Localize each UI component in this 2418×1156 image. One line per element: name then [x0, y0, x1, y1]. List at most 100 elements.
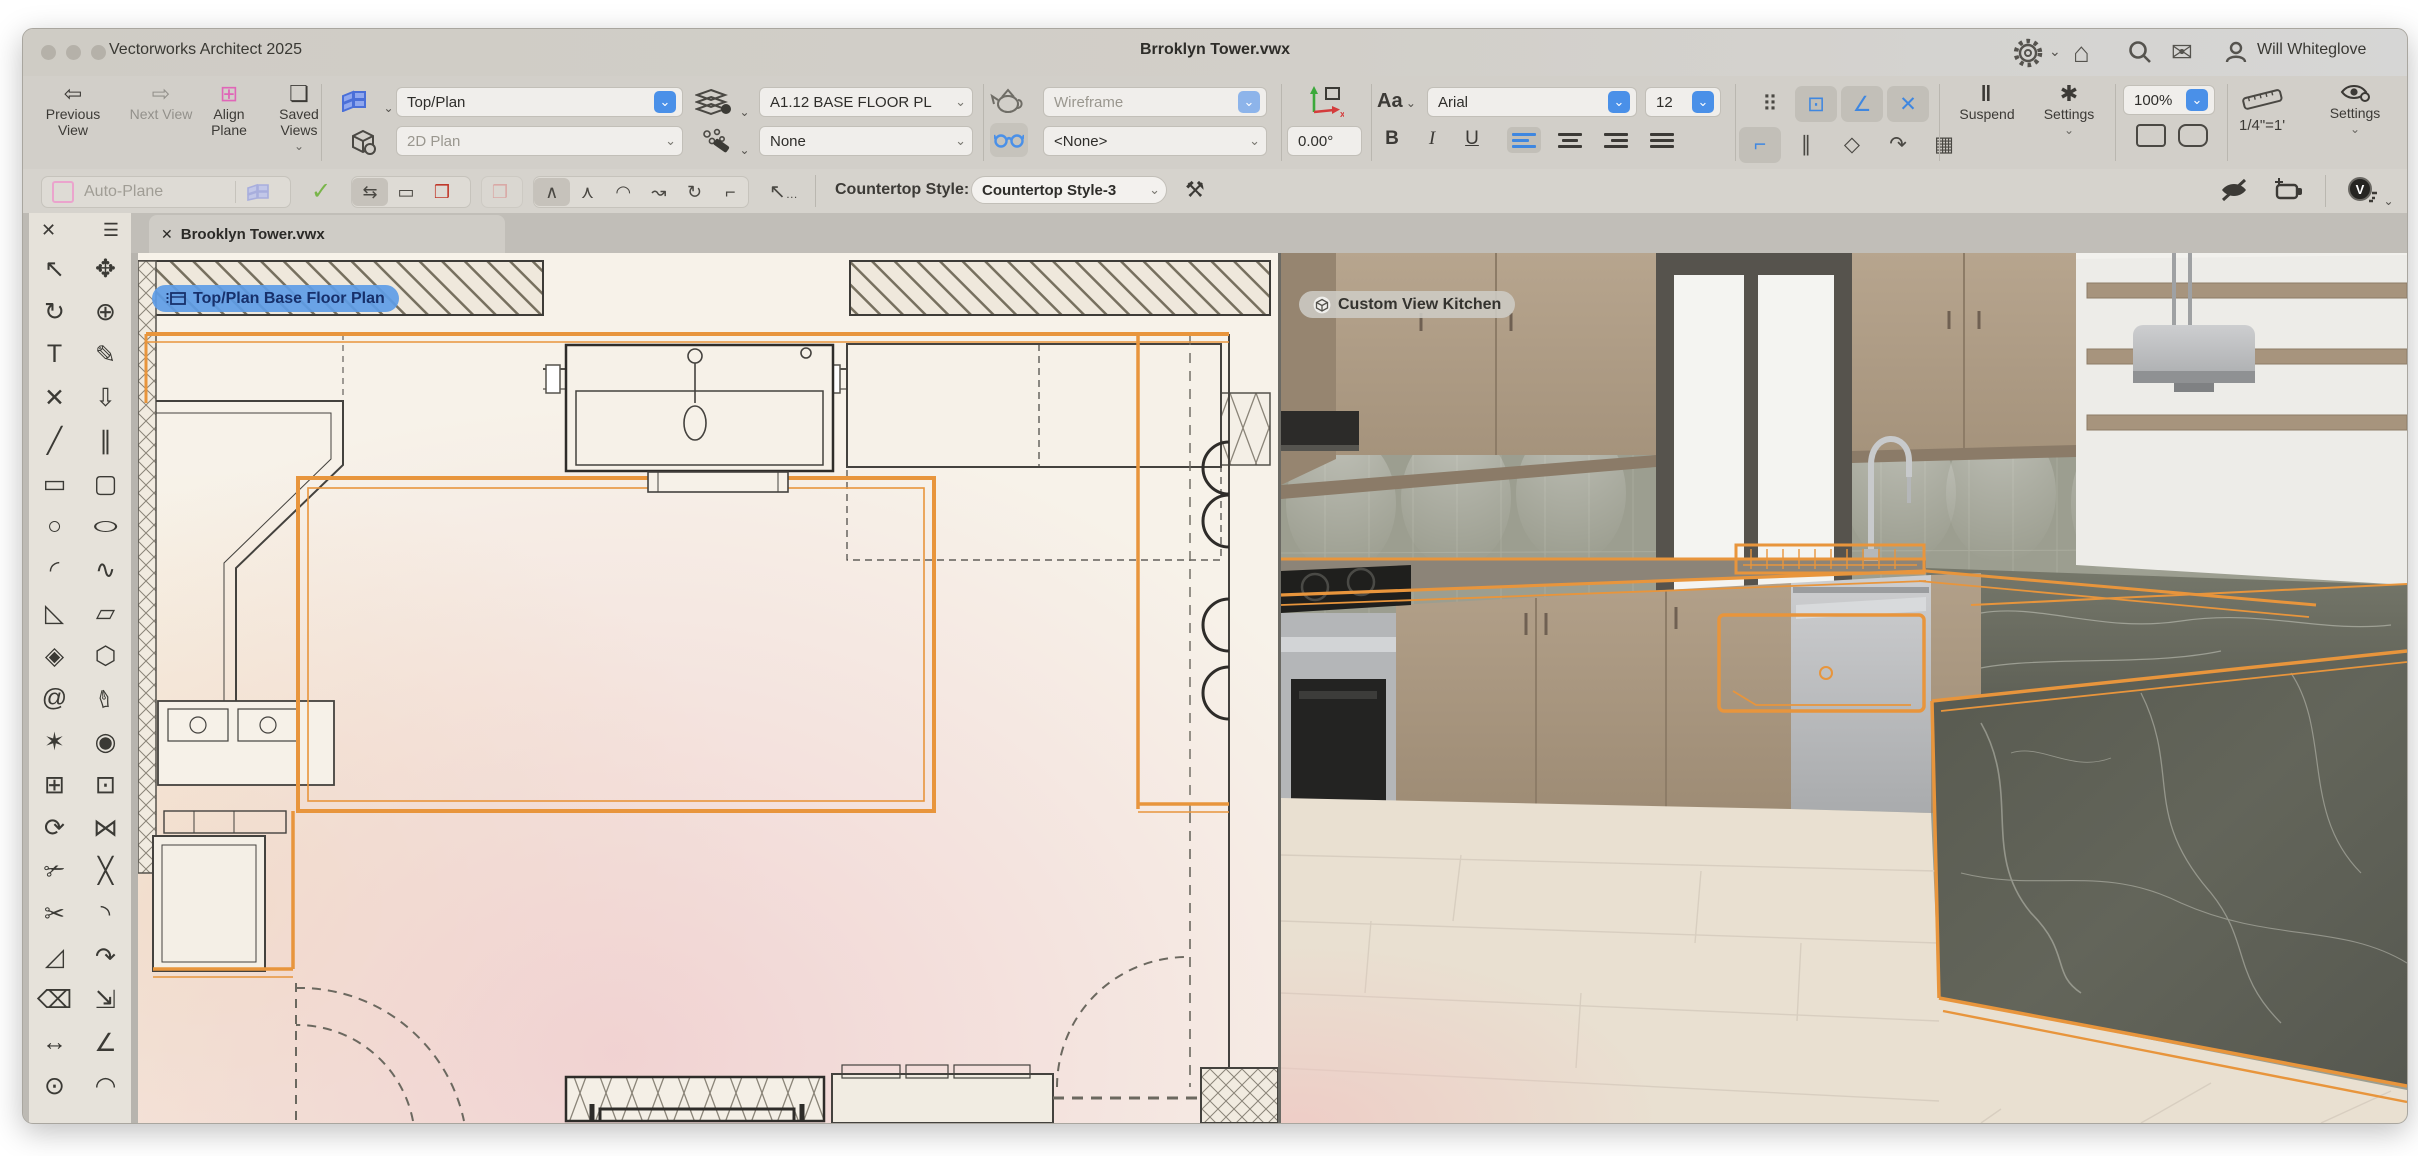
split-tool[interactable]: ╳ — [80, 849, 131, 892]
mirror-tool[interactable]: ⋈ — [80, 806, 131, 849]
reshape-tool[interactable]: ⊡ — [80, 763, 131, 806]
callout-tool[interactable]: ✎ — [80, 333, 131, 376]
cloud-services-button[interactable] — [2013, 38, 2043, 73]
mode-rectangle-icon[interactable]: ▭ — [388, 178, 424, 206]
view-mode-menu-button[interactable]: ⌄ — [341, 90, 394, 117]
data-visualization-dropdown[interactable]: <None> ⌄ — [1043, 126, 1267, 156]
plan-view-pane[interactable]: Top/Plan Base Floor Plan — [138, 253, 1278, 1123]
plan-view-label[interactable]: Top/Plan Base Floor Plan — [152, 285, 399, 312]
snap-object-icon[interactable]: ⊡ — [1795, 86, 1837, 122]
snap-settings-button[interactable]: ✱ Settings ⌄ — [2031, 82, 2107, 138]
flyover-tool[interactable]: ↻ — [29, 290, 80, 333]
knife-tool[interactable]: ✃ — [29, 849, 80, 892]
render-view-pane[interactable]: Custom View Kitchen — [1281, 253, 2407, 1123]
search-button[interactable] — [2127, 39, 2153, 70]
snap-angle-icon[interactable]: ∠ — [1841, 86, 1883, 122]
freehand-tool[interactable]: ∿ — [80, 548, 131, 591]
mode-path-icon[interactable]: ⇆ — [352, 178, 388, 206]
render-view-label[interactable]: Custom View Kitchen — [1299, 291, 1515, 318]
arc-dimension-tool[interactable]: ◠ — [80, 1064, 131, 1107]
arc-tool[interactable]: ◜ — [29, 548, 80, 591]
class-dropdown[interactable]: None ⌄ — [759, 126, 973, 156]
italic-button[interactable]: I — [1417, 124, 1447, 154]
fit-to-page-button[interactable] — [2129, 124, 2173, 152]
projection-menu-button[interactable] — [349, 128, 377, 161]
align-plane-button[interactable]: ⊞ Align Plane — [195, 82, 263, 138]
palette-close-button[interactable]: ✕ — [41, 220, 56, 241]
align-center-button[interactable] — [1553, 127, 1587, 153]
countertop-style-dropdown[interactable]: Countertop Style-3 ⌄ — [971, 176, 1167, 204]
resize-tool[interactable]: ⇲ — [80, 978, 131, 1021]
fillet-tool[interactable]: ◝ — [80, 892, 131, 935]
polygon-tool[interactable]: ◺ — [29, 591, 80, 634]
vertex-corner-icon[interactable]: ∧ — [534, 178, 570, 206]
bold-button[interactable]: B — [1377, 124, 1407, 154]
view-mode-dropdown[interactable]: Top/Plan ⌄ — [396, 87, 683, 117]
home-button[interactable]: ⌂ — [2073, 37, 2090, 69]
rotate-tool[interactable]: ⟳ — [29, 806, 80, 849]
layer-options-button[interactable]: ⌄ — [695, 88, 750, 121]
previous-view-button[interactable]: ⇦ Previous View — [39, 82, 107, 138]
pan-tool[interactable]: ✥ — [80, 247, 131, 290]
snap-smart-edge-icon[interactable]: ∥ — [1785, 126, 1827, 162]
rounded-rectangle-tool[interactable]: ▢ — [80, 462, 131, 505]
layer-dropdown[interactable]: A1.12 BASE FLOOR PL ⌄ — [759, 87, 973, 117]
radial-dimension-tool[interactable]: ⊙ — [29, 1064, 80, 1107]
vertex-tangent-icon[interactable]: ⌐ — [712, 178, 748, 206]
fit-to-objects-tool[interactable]: ⇩ — [80, 376, 131, 419]
align-left-button[interactable] — [1507, 127, 1541, 153]
palette-menu-button[interactable]: ☰ — [103, 220, 119, 241]
delete-tool[interactable]: ✕ — [29, 376, 80, 419]
font-size-dropdown[interactable]: 12 ⌄ — [1645, 87, 1721, 117]
projection-dropdown[interactable]: 2D Plan ⌄ — [396, 126, 683, 156]
3d-polygon-tool[interactable]: ◈ — [29, 634, 80, 677]
view-settings-button[interactable]: Settings ⌄ — [2317, 82, 2393, 137]
render-mode-dropdown[interactable]: Wireframe ⌄ — [1043, 87, 1267, 117]
hide-details-button[interactable] — [2219, 177, 2249, 208]
vertex-arc-icon[interactable]: ◠ — [605, 178, 641, 206]
dimension-tool[interactable]: ↔ — [29, 1021, 80, 1064]
document-tab[interactable]: ✕ Brooklyn Tower.vwx — [149, 215, 505, 253]
line-tool[interactable]: ╱ — [29, 419, 80, 462]
data-visualization-button[interactable] — [990, 123, 1028, 157]
snap-working-plane-icon[interactable]: ▦ — [1923, 126, 1965, 162]
snap-grid-icon[interactable]: ⠿ — [1749, 86, 1791, 122]
trim-tool[interactable]: ✂ — [29, 892, 80, 935]
text-tool[interactable]: T — [29, 333, 80, 376]
move-by-points-tool[interactable]: ⊞ — [29, 763, 80, 806]
render-mode-icon-button[interactable] — [990, 86, 1026, 121]
magic-wand-tool[interactable]: ✶ — [29, 720, 80, 763]
mode-extrude-icon[interactable]: ❒ — [424, 178, 460, 206]
eraser-tool[interactable]: ⌫ — [29, 978, 80, 1021]
snap-tangent-icon[interactable]: ↷ — [1877, 126, 1919, 162]
align-justify-button[interactable] — [1645, 127, 1679, 153]
font-family-dropdown[interactable]: Arial ⌄ — [1427, 87, 1637, 117]
options-arrow-button[interactable]: ↖… — [769, 179, 799, 204]
align-right-button[interactable] — [1599, 127, 1633, 153]
angular-dimension-tool[interactable]: ∠ — [80, 1021, 131, 1064]
style-tools-button[interactable]: ⚒ — [1185, 177, 1205, 203]
polyline-tool[interactable]: ▱ — [80, 591, 131, 634]
extend-tool[interactable]: ↷ — [80, 935, 131, 978]
confirm-checkmark[interactable]: ✓ — [311, 177, 331, 206]
text-style-button[interactable]: Aa ⌄ — [1377, 90, 1416, 113]
vertex-radius-icon[interactable]: ↻ — [677, 178, 713, 206]
add-camera-view-button[interactable] — [2271, 177, 2305, 208]
class-options-button[interactable]: ⌄ — [699, 128, 750, 159]
selection-tool[interactable]: ↖ — [29, 247, 80, 290]
underline-button[interactable]: U — [1457, 124, 1487, 154]
double-line-tool[interactable]: ∥ — [80, 419, 131, 462]
version-badge-button[interactable]: V ⌄ — [2345, 175, 2394, 210]
zoom-level-dropdown[interactable]: 100% ⌄ — [2123, 85, 2215, 115]
chamfer-tool[interactable]: ◿ — [29, 935, 80, 978]
push-pull-mode-button[interactable]: ❒ — [481, 176, 523, 208]
tab-close-icon[interactable]: ✕ — [161, 226, 173, 243]
rotation-field[interactable]: 0.00° — [1287, 126, 1362, 156]
zoom-tool[interactable]: ⊕ — [80, 290, 131, 333]
fit-to-objects-button[interactable] — [2171, 124, 2215, 152]
saved-views-button[interactable]: ❏ Saved Views ⌄ — [265, 82, 333, 154]
vertex-bezier-icon[interactable]: ↝ — [641, 178, 677, 206]
snap-intersection-icon[interactable]: ✕ — [1887, 86, 1929, 122]
scale-button[interactable]: 1/4"=1' — [2239, 86, 2285, 134]
suspend-button[interactable]: ‖ Suspend — [1949, 82, 2025, 122]
